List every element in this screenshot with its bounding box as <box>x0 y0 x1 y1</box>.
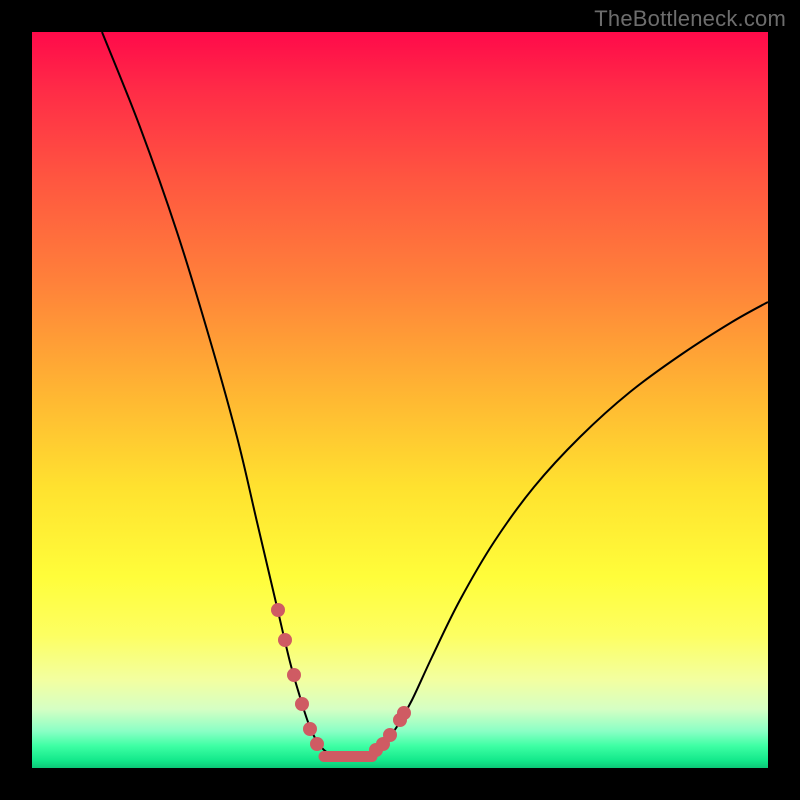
curve-marker <box>271 603 285 617</box>
bottleneck-curve <box>102 32 768 757</box>
marker-group <box>271 603 411 757</box>
curve-marker <box>397 706 411 720</box>
plot-area <box>32 32 768 768</box>
watermark-text: TheBottleneck.com <box>594 6 786 32</box>
chart-frame: TheBottleneck.com <box>0 0 800 800</box>
curve-marker <box>310 737 324 751</box>
curve-marker <box>303 722 317 736</box>
curve-marker <box>383 728 397 742</box>
curve-marker <box>278 633 292 647</box>
curve-marker <box>287 668 301 682</box>
curve-marker <box>295 697 309 711</box>
bottleneck-curve-svg <box>32 32 768 768</box>
